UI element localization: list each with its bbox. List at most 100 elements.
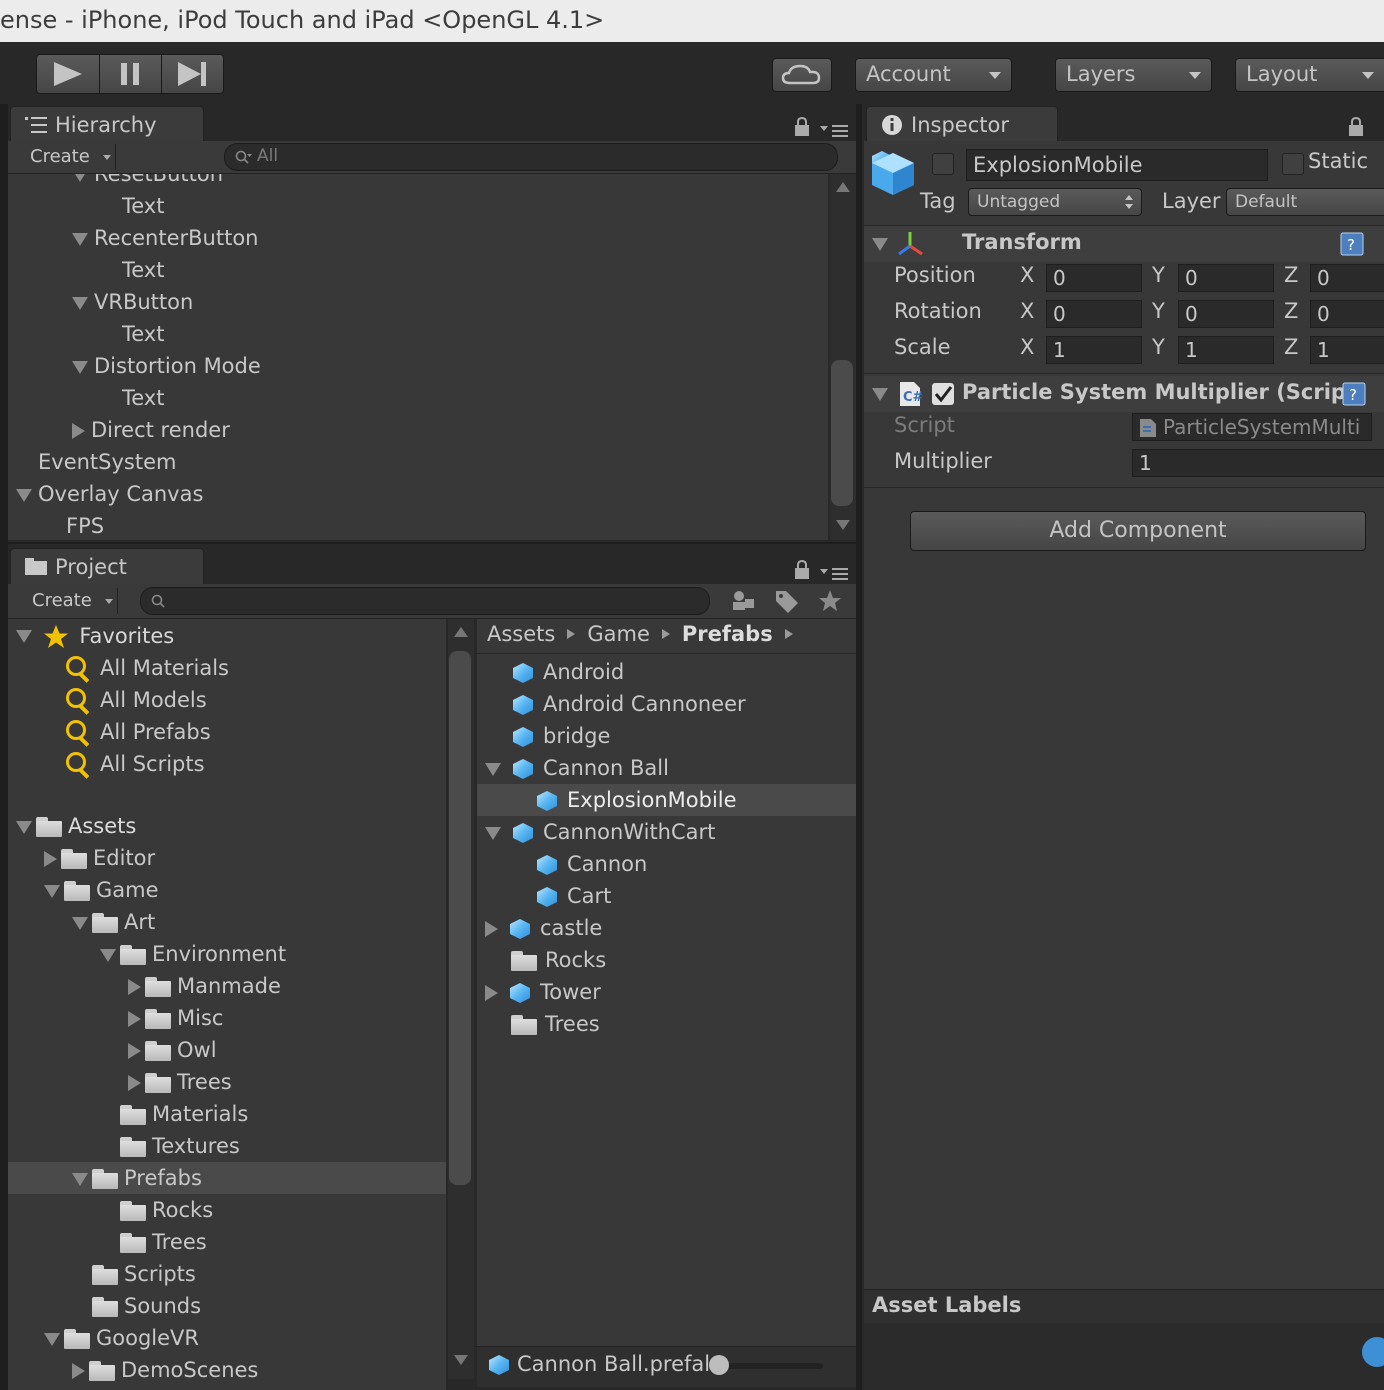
asset-item[interactable]: bridge <box>485 720 610 752</box>
expander-down-icon[interactable] <box>100 948 116 962</box>
hierarchy-scrollbar[interactable] <box>830 174 856 540</box>
breadcrumb-item[interactable]: Assets <box>487 622 555 646</box>
transform-scale-y-input[interactable]: 1 <box>1178 336 1274 364</box>
hierarchy-create-button[interactable]: Create <box>18 144 116 170</box>
expander-down-icon[interactable] <box>72 1172 88 1186</box>
favorites-item[interactable]: All Prefabs <box>66 716 211 748</box>
hierarchy-item[interactable]: FPS <box>44 510 104 540</box>
add-component-button[interactable]: Add Component <box>910 511 1366 551</box>
hierarchy-item[interactable]: RecenterButton <box>72 222 258 254</box>
active-checkbox[interactable] <box>932 153 954 175</box>
hierarchy-search-input[interactable]: All <box>224 143 838 171</box>
expander-down-icon[interactable] <box>485 762 501 776</box>
lock-icon[interactable] <box>794 560 810 580</box>
breadcrumb-item[interactable]: Game <box>587 622 650 646</box>
step-button[interactable] <box>161 55 223 93</box>
expander-down-icon[interactable] <box>16 820 32 834</box>
multiplier-input[interactable]: 1 <box>1132 449 1384 477</box>
hierarchy-item[interactable]: ResetButton <box>72 174 223 190</box>
scroll-up-icon[interactable] <box>454 627 468 637</box>
component-enabled-checkbox[interactable] <box>932 383 954 405</box>
scroll-down-icon[interactable] <box>836 520 850 530</box>
folder-tree-item[interactable]: Trees <box>128 1066 232 1098</box>
asset-item[interactable]: Rocks <box>485 944 606 976</box>
favorites-item[interactable]: All Materials <box>66 652 229 684</box>
folder-tree-item[interactable]: Trees <box>100 1226 207 1258</box>
folder-tree-item[interactable]: Art <box>72 906 155 938</box>
transform-rotation-x-input[interactable]: 0 <box>1046 300 1142 328</box>
panel-menu-icon[interactable] <box>820 565 850 581</box>
transform-scale-x-input[interactable]: 1 <box>1046 336 1142 364</box>
folder-tree-item[interactable]: Textures <box>100 1130 240 1162</box>
folder-tree-item[interactable]: Misc <box>128 1002 223 1034</box>
folder-tree-item[interactable]: Scripts <box>72 1258 196 1290</box>
project-tree-scrollbar[interactable] <box>448 619 474 1379</box>
expander-down-icon[interactable] <box>72 174 88 182</box>
asset-item[interactable]: Cart <box>509 880 611 912</box>
transform-rotation-y-input[interactable]: 0 <box>1178 300 1274 328</box>
expander-down-icon[interactable] <box>72 360 88 374</box>
scroll-thumb[interactable] <box>831 360 853 506</box>
filter-by-label-icon[interactable] <box>774 589 800 613</box>
transform-header[interactable]: Transform ? <box>864 226 1384 262</box>
expander-down-icon[interactable] <box>44 1332 60 1346</box>
asset-item[interactable]: CannonWithCart <box>485 816 715 848</box>
folder-tree-item[interactable]: Editor <box>44 842 155 874</box>
folder-tree-item[interactable]: Prefabs <box>72 1162 202 1194</box>
folder-tree-item[interactable]: Rocks <box>100 1194 213 1226</box>
expander-down-icon[interactable] <box>72 232 88 246</box>
expander-down-icon[interactable] <box>16 488 32 502</box>
expander-right-icon[interactable] <box>128 979 141 995</box>
expander-right-icon[interactable] <box>72 1363 85 1379</box>
panel-menu-icon[interactable] <box>820 122 850 138</box>
asset-bundle-icon[interactable] <box>1362 1337 1384 1367</box>
transform-rotation-z-input[interactable]: 0 <box>1310 300 1384 328</box>
asset-item[interactable]: castle <box>485 912 602 944</box>
expander-right-icon[interactable] <box>128 1011 141 1027</box>
transform-position-z-input[interactable]: 0 <box>1310 264 1384 292</box>
pause-button[interactable] <box>99 55 161 93</box>
layout-dropdown[interactable]: Layout <box>1235 58 1384 92</box>
scroll-up-icon[interactable] <box>836 182 850 192</box>
help-book-icon[interactable]: ? <box>1342 382 1366 406</box>
folder-tree-item[interactable]: GoogleVR <box>44 1322 199 1354</box>
favorites-header[interactable]: Favorites <box>16 620 174 652</box>
asset-item[interactable]: Android <box>485 656 624 688</box>
expander-right-icon[interactable] <box>44 851 57 867</box>
favorite-star-icon[interactable] <box>818 589 842 613</box>
expander-right-icon[interactable] <box>128 1043 141 1059</box>
cloud-button[interactable] <box>772 58 832 92</box>
layer-dropdown[interactable]: Default <box>1226 188 1384 216</box>
asset-item[interactable]: ExplosionMobile <box>509 784 737 816</box>
transform-position-x-input[interactable]: 0 <box>1046 264 1142 292</box>
layers-dropdown[interactable]: Layers <box>1055 58 1212 92</box>
hierarchy-item[interactable]: Text <box>100 318 164 350</box>
folder-tree-item[interactable]: Materials <box>100 1098 248 1130</box>
hierarchy-item[interactable]: Direct render <box>72 414 230 446</box>
hierarchy-item[interactable]: Text <box>100 254 164 286</box>
asset-item[interactable]: Cannon Ball <box>485 752 669 784</box>
hierarchy-item[interactable]: Text <box>100 190 164 222</box>
folder-tree-item[interactable]: Owl <box>128 1034 217 1066</box>
slider-handle[interactable] <box>709 1355 729 1375</box>
transform-position-y-input[interactable]: 0 <box>1178 264 1274 292</box>
favorites-item[interactable]: All Models <box>66 684 207 716</box>
play-button[interactable] <box>37 55 99 93</box>
folder-tree-item[interactable]: Sounds <box>72 1290 201 1322</box>
tab-project[interactable]: Project <box>10 548 204 584</box>
folder-tree-item[interactable]: Environment <box>100 938 286 970</box>
scroll-thumb[interactable] <box>449 651 471 1185</box>
expander-down-icon[interactable] <box>44 884 60 898</box>
transform-scale-z-input[interactable]: 1 <box>1310 336 1384 364</box>
tab-hierarchy[interactable]: Hierarchy <box>10 106 204 142</box>
account-dropdown[interactable]: Account <box>855 58 1012 92</box>
folder-tree-item[interactable]: Assets <box>16 810 136 842</box>
hierarchy-item[interactable]: EventSystem <box>16 446 176 478</box>
script-reference-field[interactable]: ParticleSystemMulti <box>1132 413 1372 441</box>
tab-inspector[interactable]: Inspector <box>866 106 1058 142</box>
expander-down-icon[interactable] <box>72 916 88 930</box>
asset-item[interactable]: Android Cannoneer <box>485 688 746 720</box>
folder-tree-item[interactable]: DemoScenes <box>72 1354 258 1386</box>
hierarchy-item[interactable]: Overlay Canvas <box>16 478 203 510</box>
tag-dropdown[interactable]: Untagged <box>968 188 1142 216</box>
